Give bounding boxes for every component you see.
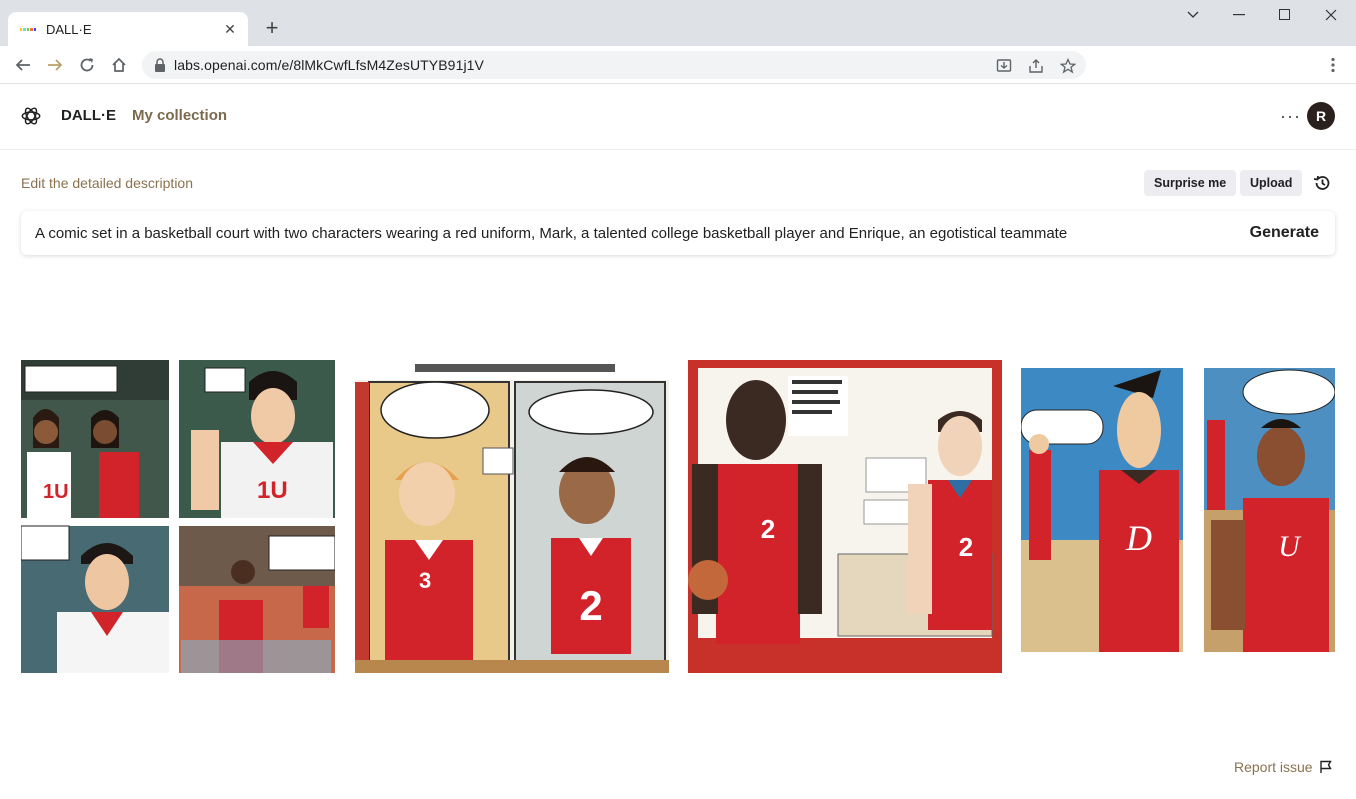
result-image-4[interactable]: D U — [1021, 360, 1335, 673]
result-image-2[interactable]: 3 2 — [355, 360, 669, 673]
prompt-input[interactable]: A comic set in a basketball court with t… — [21, 211, 1335, 255]
prompt-text[interactable]: A comic set in a basketball court with t… — [35, 225, 1250, 242]
openai-logo-icon[interactable] — [20, 105, 42, 127]
bookmark-star-icon[interactable] — [1059, 57, 1077, 75]
result-image-2-jersey-number: 3 — [419, 568, 431, 593]
my-collection-link[interactable]: My collection — [132, 107, 227, 124]
close-window-icon[interactable] — [1308, 0, 1354, 30]
lock-icon — [155, 58, 165, 72]
install-icon[interactable] — [995, 57, 1013, 75]
report-issue-label: Report issue — [1234, 759, 1313, 775]
browser-tab[interactable]: DALL·E ✕ — [8, 12, 248, 46]
maximize-icon[interactable] — [1262, 0, 1308, 30]
brand-name[interactable]: DALL·E — [61, 107, 116, 124]
tab-title: DALL·E — [46, 21, 92, 37]
result-image-4-jersey-letter: U — [1278, 530, 1302, 563]
upload-button[interactable]: Upload — [1240, 170, 1303, 196]
minimize-icon[interactable] — [1216, 0, 1262, 30]
reload-icon[interactable] — [74, 52, 100, 78]
share-icon[interactable] — [1027, 57, 1045, 75]
avatar[interactable]: R — [1307, 102, 1335, 130]
generate-button[interactable]: Generate — [1250, 224, 1319, 242]
tab-close-icon[interactable]: ✕ — [222, 21, 238, 38]
result-image-1[interactable]: 1U 1U — [21, 360, 335, 673]
history-icon[interactable] — [1312, 173, 1332, 193]
address-bar[interactable]: labs.openai.com/e/8lMkCwfLfsM4ZesUTYB91j… — [142, 51, 1086, 79]
back-icon[interactable] — [10, 52, 36, 78]
home-icon[interactable] — [106, 52, 132, 78]
result-image-3[interactable]: 2 2 — [688, 360, 1002, 673]
result-image-4-jersey-letter: D — [1125, 518, 1152, 558]
tab-search-icon[interactable] — [1170, 0, 1216, 30]
app-header: DALL·E My collection ··· R — [0, 84, 1356, 150]
more-options-icon[interactable]: ··· — [1280, 106, 1301, 127]
flag-icon — [1319, 760, 1332, 773]
result-image-3-jersey-number: 2 — [761, 514, 775, 544]
result-image-1-jersey-number: 1U — [43, 481, 69, 503]
browser-titlebar: DALL·E ✕ + — [0, 0, 1356, 46]
edit-description-label: Edit the detailed description — [21, 175, 193, 191]
browser-menu-icon[interactable] — [1320, 52, 1346, 78]
dalle-favicon-icon — [20, 24, 37, 34]
report-issue-link[interactable]: Report issue — [1234, 759, 1333, 775]
result-image-2-jersey-number: 2 — [579, 582, 602, 629]
forward-icon[interactable] — [42, 52, 68, 78]
surprise-me-button[interactable]: Surprise me — [1144, 170, 1237, 196]
url-text: labs.openai.com/e/8lMkCwfLfsM4ZesUTYB91j… — [174, 57, 484, 73]
result-image-3-jersey-number: 2 — [959, 532, 973, 562]
browser-toolbar: labs.openai.com/e/8lMkCwfLfsM4ZesUTYB91j… — [0, 46, 1356, 84]
new-tab-icon[interactable]: + — [260, 16, 284, 40]
result-image-1-jersey-number: 1U — [257, 477, 288, 504]
